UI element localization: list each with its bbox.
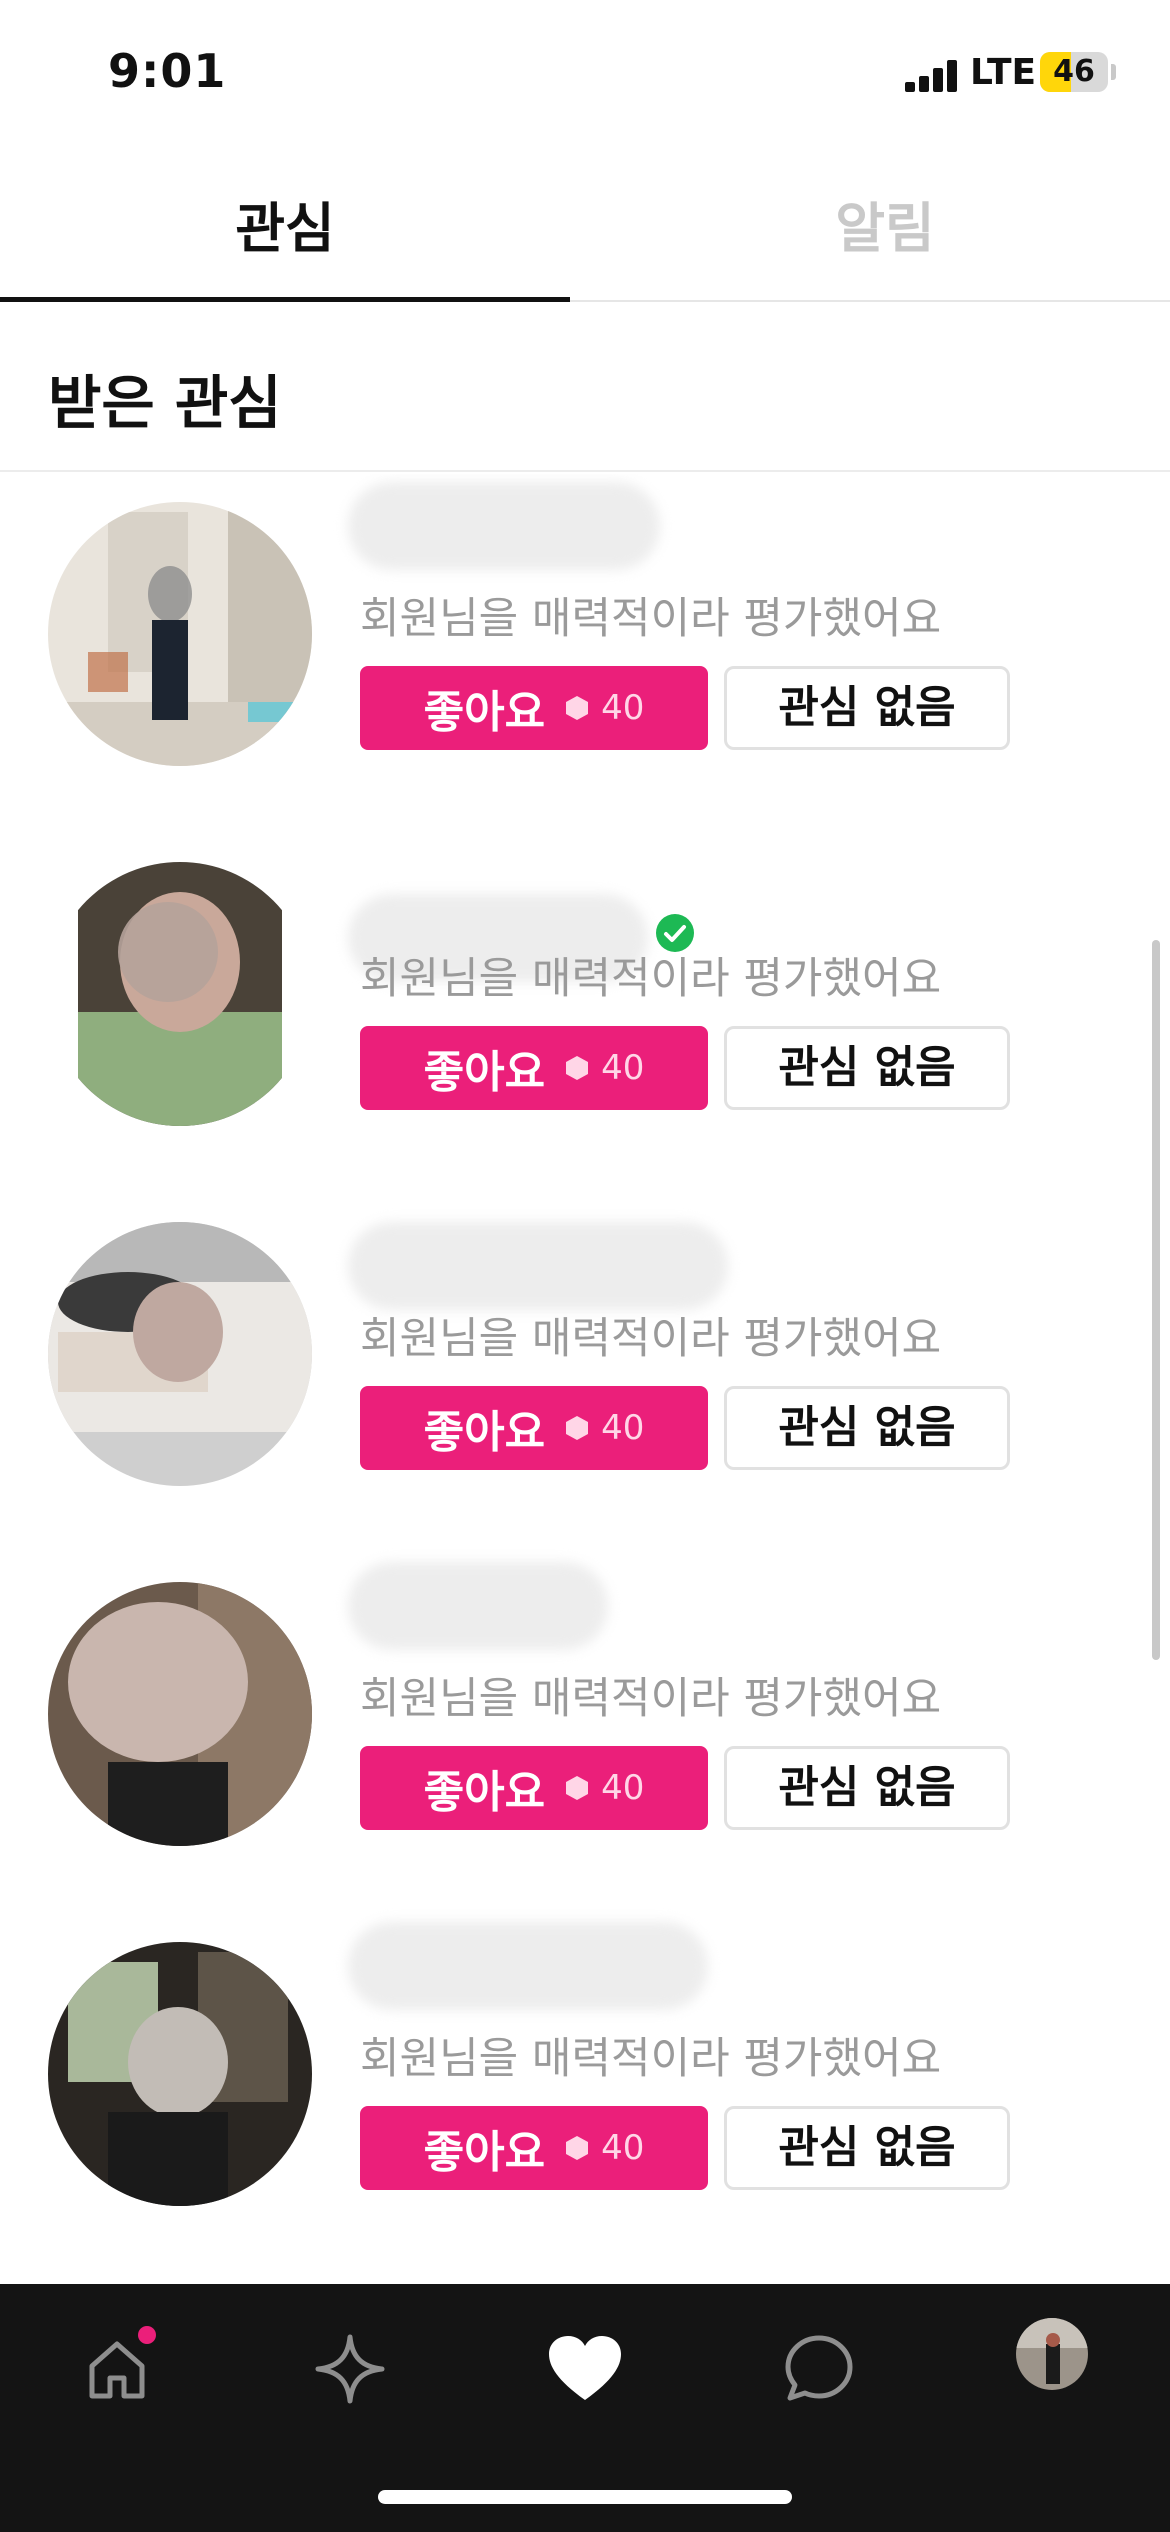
tab-interest[interactable]: 관심 [0,170,570,300]
received-interest-list[interactable]: 회원님을 매력적이라 평가했어요 좋아요 40 관심 없음 회원님을 매력적이라… [0,474,1170,2284]
card-description: 회원님을 매력적이라 평가했어요 [360,954,942,1004]
gem-icon [566,1416,589,1440]
like-button[interactable]: 좋아요 40 [360,1386,708,1470]
profile-avatar[interactable] [1016,2318,1088,2390]
blurred-name [348,1562,608,1650]
like-label: 좋아요 [423,687,546,738]
battery-icon: 46 [1040,52,1108,92]
not-interested-button[interactable]: 관심 없음 [724,1026,1010,1110]
home-indicator [378,2490,792,2504]
like-button[interactable]: 좋아요 40 [360,666,708,750]
gem-icon [566,696,589,720]
battery-cap [1111,64,1116,80]
blurred-name [348,1922,708,2010]
network-type: LTE [970,52,1037,93]
avatar[interactable] [48,502,312,766]
like-button[interactable]: 좋아요 40 [360,1746,708,1830]
not-interested-button[interactable]: 관심 없음 [724,666,1010,750]
card-description: 회원님을 매력적이라 평가했어요 [360,594,942,644]
avatar[interactable] [48,862,312,1126]
not-interested-button[interactable]: 관심 없음 [724,1386,1010,1470]
tab-bar: 관심 알림 [0,170,1170,302]
signal-strength-icon [905,60,957,92]
list-item[interactable]: 회원님을 매력적이라 평가했어요 좋아요 40 관심 없음 [0,1914,1170,2274]
chat-bubble-icon [785,2335,853,2401]
battery-level: 46 [1053,54,1095,89]
scrollbar[interactable] [1152,940,1160,1660]
like-cost: 40 [601,1768,645,1808]
gem-icon [566,1776,589,1800]
list-item[interactable]: 회원님을 매력적이라 평가했어요 좋아요 40 관심 없음 [0,474,1170,834]
avatar[interactable] [48,1582,312,1846]
status-time: 9:01 [108,44,227,98]
card-description: 회원님을 매력적이라 평가했어요 [360,1314,942,1364]
list-item[interactable]: 회원님을 매력적이라 평가했어요 좋아요 40 관심 없음 [0,834,1170,1194]
nav-interest[interactable] [540,2324,630,2414]
section-header: 받은 관심 [0,304,1170,472]
not-interested-button[interactable]: 관심 없음 [724,1746,1010,1830]
notification-badge [138,2326,156,2344]
like-cost: 40 [601,688,645,728]
blurred-name [348,1222,728,1310]
sparkle-icon [315,2334,385,2404]
gem-icon [566,2136,589,2160]
heart-icon [549,2336,621,2400]
card-description: 회원님을 매력적이라 평가했어요 [360,1674,942,1724]
like-cost: 40 [601,2128,645,2168]
avatar[interactable] [48,1222,312,1486]
not-interested-button[interactable]: 관심 없음 [724,2106,1010,2190]
nav-chat[interactable] [774,2324,864,2414]
list-item[interactable]: 회원님을 매력적이라 평가했어요 좋아요 40 관심 없음 [0,1554,1170,1914]
like-label: 좋아요 [423,1767,546,1818]
tab-alerts[interactable]: 알림 [600,170,1170,300]
avatar[interactable] [48,1942,312,2206]
like-button[interactable]: 좋아요 40 [360,2106,708,2190]
list-item[interactable]: 회원님을 매력적이라 평가했어요 좋아요 40 관심 없음 [0,1194,1170,1554]
home-icon [89,2341,145,2399]
like-button[interactable]: 좋아요 40 [360,1026,708,1110]
like-label: 좋아요 [423,2127,546,2178]
like-cost: 40 [601,1408,645,1448]
like-label: 좋아요 [423,1047,546,1098]
section-title: 받은 관심 [48,369,282,437]
blurred-name [348,482,660,570]
like-label: 좋아요 [423,1407,546,1458]
status-bar: 9:01 LTE 46 [0,0,1170,150]
nav-discover[interactable] [305,2324,395,2414]
like-cost: 40 [601,1048,645,1088]
gem-icon [566,1056,589,1080]
active-tab-indicator [0,297,570,302]
card-description: 회원님을 매력적이라 평가했어요 [360,2034,942,2084]
